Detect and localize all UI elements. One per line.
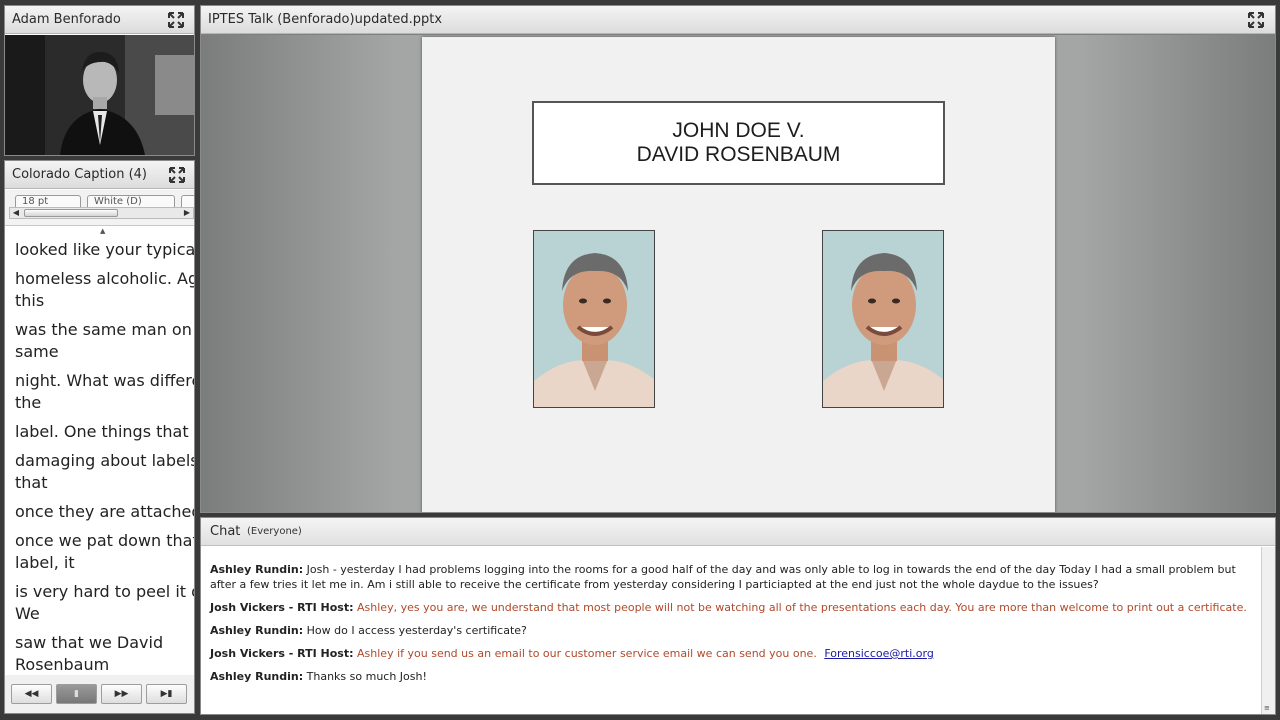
chat-message: Josh Vickers - RTI Host: Ashley, yes you… [210,600,1255,615]
caption-pod-title: Colorado Caption (4) [12,167,147,182]
more-controls[interactable] [181,195,194,207]
webcam-video [5,35,194,155]
scroll-thumb[interactable] [24,209,118,217]
font-size-value: 18 pt [22,196,49,207]
chat-pod-header: Chat (Everyone) [201,518,1275,546]
caption-line: saw that we David Rosenbaum [15,633,164,674]
caption-controls: 18 pt White (D) ◀ ▶ [5,190,194,226]
slide-title-box: JOHN DOE V. DAVID ROSENBAUM [532,101,945,185]
chat-sender: Josh Vickers - RTI Host: [210,601,354,614]
caption-line: once we pat down that label, it [15,531,194,572]
caption-pod-header: Colorado Caption (4) [5,161,194,189]
camera-pod: Adam Benforado [4,5,195,156]
share-pod-title: IPTES Talk (Benforado)updated.pptx [208,12,443,27]
chat-pod: Chat (Everyone) Ashley Rundin: Josh - ye… [200,517,1276,715]
chat-text: Thanks so much Josh! [306,670,427,683]
chat-text: Ashley if you send us an email to our cu… [357,647,817,660]
chat-message: Josh Vickers - RTI Host: Ashley if you s… [210,646,1255,661]
caption-line: looked like your typical [15,240,195,259]
caption-line: is very hard to peel it off. We [15,582,194,623]
chat-sender: Ashley Rundin: [210,563,304,576]
scroll-up-icon[interactable]: ▲ [100,227,105,235]
caption-line: once they are attached, [15,502,195,521]
chat-scope-selector[interactable]: (Everyone) [247,526,302,537]
caption-line: night. What was different was the [15,371,194,412]
caption-navigation: ◀◀ ▮ ▶▶ ▶▮ [5,675,194,713]
chat-message: Ashley Rundin: Josh - yesterday I had pr… [210,562,1255,592]
fullscreen-icon[interactable] [1247,11,1265,29]
chat-messages: Ashley Rundin: Josh - yesterday I had pr… [210,562,1255,692]
caption-line: damaging about labels is that [15,451,195,492]
arrow-right-icon[interactable]: ▶ [181,208,193,218]
email-link[interactable]: Forensiccoe@rti.org [824,647,934,660]
camera-pod-title: Adam Benforado [12,12,121,27]
share-pod: IPTES Talk (Benforado)updated.pptx JOHN … [200,5,1276,513]
fullscreen-icon[interactable] [168,166,186,184]
caption-horizontal-scrollbar[interactable]: ◀ ▶ [9,207,194,219]
chat-text: How do I access yesterday's certificate? [306,624,527,637]
chat-vertical-scrollbar[interactable]: ≡ [1261,547,1275,714]
font-size-select[interactable]: 18 pt [15,195,81,207]
scroll-down-icon[interactable]: ≡ [1264,704,1270,712]
caption-line: homeless alcoholic. Again this [15,269,194,310]
chat-sender: Ashley Rundin: [210,624,304,637]
chat-message: Ashley Rundin: Thanks so much Josh! [210,669,1255,684]
chat-title: Chat [210,524,241,539]
slide-title-line-1: JOHN DOE V. [672,119,805,142]
portrait-photo-right [822,230,944,408]
caption-transcript: looked like your typical homeless alcoho… [15,239,195,679]
end-button[interactable]: ▶▮ [146,684,187,704]
caption-line: was the same man on the same [15,320,192,361]
chat-sender: Ashley Rundin: [210,670,304,683]
rewind-button[interactable]: ◀◀ [11,684,52,704]
slide-title-line-2: DAVID ROSENBAUM [636,143,841,166]
color-value: White (D) [94,196,142,207]
presentation-slide: JOHN DOE V. DAVID ROSENBAUM [422,37,1055,512]
forward-button[interactable]: ▶▶ [101,684,142,704]
shared-document-area: JOHN DOE V. DAVID ROSENBAUM [201,35,1275,512]
fullscreen-icon[interactable] [167,11,185,29]
chat-text: Ashley, yes you are, we understand that … [357,601,1247,614]
color-select[interactable]: White (D) [87,195,175,207]
chat-text: Josh - yesterday I had problems logging … [210,563,1236,591]
arrow-left-icon[interactable]: ◀ [10,208,22,218]
caption-pod: Colorado Caption (4) 18 pt White (D) ◀ ▶… [4,160,195,714]
caption-line: label. One things that is [15,422,195,441]
pause-button[interactable]: ▮ [56,684,97,704]
chat-sender: Josh Vickers - RTI Host: [210,647,354,660]
chat-message: Ashley Rundin: How do I access yesterday… [210,623,1255,638]
portrait-photo-left [533,230,655,408]
camera-pod-header: Adam Benforado [5,6,194,34]
share-pod-header: IPTES Talk (Benforado)updated.pptx [201,6,1275,34]
